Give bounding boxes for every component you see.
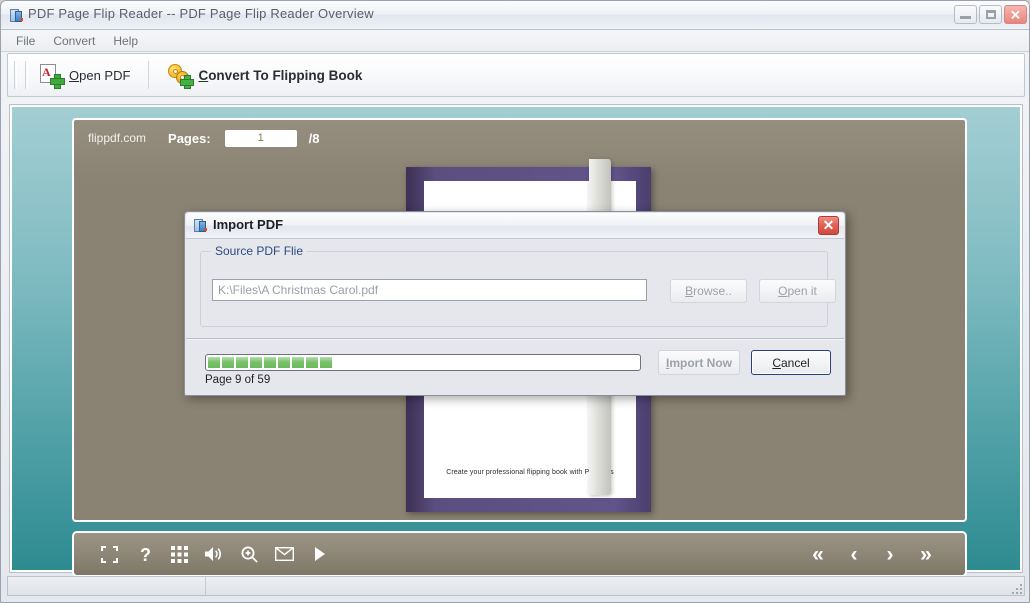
fullscreen-icon[interactable] — [92, 537, 127, 571]
toolbar-separator — [148, 61, 150, 89]
last-page-icon[interactable]: » — [911, 538, 941, 570]
pages-label: Pages: — [168, 130, 211, 146]
email-icon[interactable] — [267, 537, 302, 571]
progress-chunk — [222, 357, 234, 368]
dialog-progress-section: Page 9 of 59 Import Now Cancel — [186, 340, 844, 395]
autoplay-icon[interactable] — [302, 537, 337, 571]
first-page-icon[interactable]: « — [803, 538, 833, 570]
svg-text:?: ? — [140, 545, 151, 564]
import-progress-bar — [205, 354, 641, 371]
dialog-close-icon[interactable]: ✕ — [818, 216, 839, 235]
resize-grip[interactable] — [1008, 580, 1022, 594]
toolbar-grip[interactable] — [14, 61, 17, 89]
page-total-label: /8 — [308, 130, 320, 146]
window-controls: ✕ — [954, 5, 1027, 24]
source-pdf-groupbox: Source PDF Flie K:\Files\A Christmas Car… — [200, 244, 836, 327]
menu-bar: File Convert Help — [1, 31, 1029, 52]
import-pdf-dialog: Import PDF ✕ Source PDF Flie K:\Files\A … — [184, 211, 846, 396]
dialog-title: Import PDF — [213, 217, 284, 232]
window-title: PDF Page Flip Reader -- PDF Page Flip Re… — [28, 6, 374, 21]
toolbar-grip-2[interactable] — [25, 61, 28, 89]
progress-chunk — [306, 357, 318, 368]
help-icon[interactable]: ? — [127, 537, 162, 571]
menu-item-file[interactable]: File — [7, 32, 44, 50]
app-book-icon — [9, 8, 24, 23]
main-toolbar: A Open PDF Convert To Flipping Book — [7, 53, 1025, 97]
cancel-button[interactable]: Cancel — [751, 350, 831, 375]
dialog-body: Source PDF Flie K:\Files\A Christmas Car… — [186, 239, 844, 395]
dialog-book-icon — [193, 218, 208, 233]
close-button[interactable]: ✕ — [1004, 5, 1027, 24]
import-progress-label: Page 9 of 59 — [205, 374, 271, 386]
source-path-input[interactable]: K:\Files\A Christmas Carol.pdf — [212, 279, 647, 301]
progress-chunk — [250, 357, 262, 368]
progress-chunk — [278, 357, 290, 368]
open-pdf-label: Open PDF — [69, 67, 131, 83]
maximize-button[interactable] — [979, 5, 1002, 24]
menu-item-convert[interactable]: Convert — [44, 32, 104, 50]
previous-page-icon[interactable]: ‹ — [839, 538, 869, 570]
progress-chunk — [208, 357, 220, 368]
application-window: PDF Page Flip Reader -- PDF Page Flip Re… — [0, 0, 1030, 603]
convert-to-flipping-book-button[interactable]: Convert To Flipping Book — [157, 58, 372, 92]
dialog-title-bar: Import PDF ✕ — [186, 213, 844, 239]
progress-chunk — [320, 357, 332, 368]
thumbnails-icon[interactable] — [162, 537, 197, 571]
menu-item-help[interactable]: Help — [104, 32, 147, 50]
progress-chunk — [236, 357, 248, 368]
sound-icon[interactable] — [197, 537, 232, 571]
title-bar: PDF Page Flip Reader -- PDF Page Flip Re… — [1, 1, 1029, 30]
gears-add-icon — [167, 64, 195, 89]
source-pdf-legend: Source PDF Flie — [211, 244, 308, 258]
status-cell-right — [206, 577, 1024, 595]
dialog-source-section: Source PDF Flie K:\Files\A Christmas Car… — [186, 239, 844, 340]
import-now-button[interactable]: Import Now — [658, 350, 740, 375]
progress-chunk — [264, 357, 276, 368]
status-bar — [7, 576, 1025, 596]
browse-button[interactable]: Browse.. — [670, 279, 747, 303]
open-it-button[interactable]: Open it — [759, 279, 836, 303]
progress-chunk — [292, 357, 304, 368]
page-number-input[interactable]: 1 — [224, 129, 297, 147]
pdf-add-icon: A — [40, 64, 65, 89]
convert-label: Convert To Flipping Book — [198, 67, 363, 83]
next-page-icon[interactable]: › — [875, 538, 905, 570]
open-pdf-button[interactable]: A Open PDF — [30, 58, 140, 92]
brand-label: flippdf.com — [88, 131, 147, 145]
status-cell-left — [8, 577, 206, 595]
zoom-in-icon[interactable] — [232, 537, 267, 571]
flipbook-top-bar: flippdf.com Pages: 1 /8 — [74, 120, 965, 156]
minimize-button[interactable] — [954, 5, 977, 24]
flipbook-toolbar: ? « ‹ › » — [72, 531, 967, 577]
